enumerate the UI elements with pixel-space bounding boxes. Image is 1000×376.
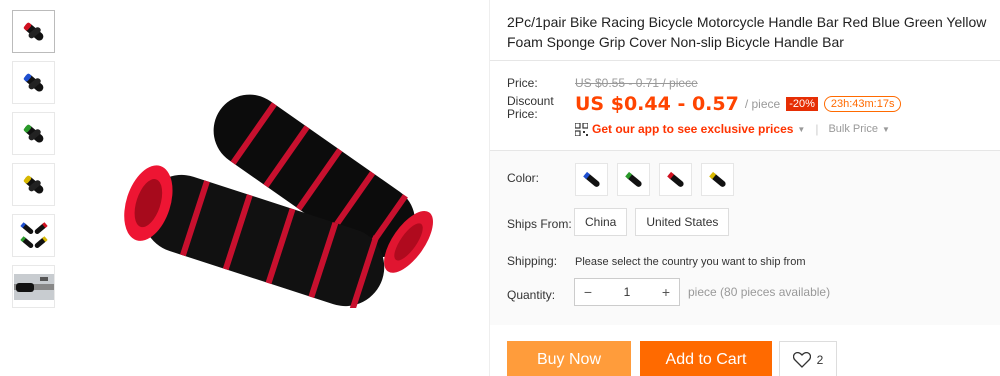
thumbnail-yellow[interactable] — [12, 163, 55, 206]
color-label: Color: — [507, 169, 539, 187]
quantity-plus-button[interactable]: + — [653, 284, 679, 300]
ships-from-options: China United States — [574, 208, 737, 236]
grip-icon — [708, 171, 726, 187]
grip-icon — [23, 175, 43, 193]
quantity-row: − 1 + piece (80 pieces available) — [574, 278, 830, 306]
ships-from-label: Ships From: — [507, 215, 572, 233]
quantity-label-text: Quantity: — [507, 288, 556, 302]
countdown-timer: 23h:43m:17s — [823, 96, 902, 112]
shipping-message: Please select the country you want to sh… — [575, 252, 806, 270]
grip-icon — [23, 73, 43, 91]
app-promo-link[interactable]: Get our app to see exclusive prices — [592, 122, 793, 136]
thumbnail-green[interactable] — [12, 112, 55, 155]
foam-grip-image — [124, 94, 433, 308]
color-option-yellow[interactable] — [701, 163, 734, 196]
price-label: Price: — [507, 76, 538, 90]
grip-icon — [23, 22, 43, 40]
thumbnail-red[interactable] — [12, 10, 55, 53]
shipping-label: Shipping: — [507, 252, 557, 270]
product-title: 2Pc/1pair Bike Racing Bicycle Motorcycle… — [507, 14, 987, 50]
separator: | — [815, 122, 819, 136]
availability-text: piece (80 pieces available) — [688, 285, 831, 299]
ships-from-label-text: Ships From: — [507, 217, 572, 231]
color-option-red[interactable] — [659, 163, 692, 196]
thumbnail-all-colors[interactable] — [12, 214, 55, 257]
price-unit: / piece — [744, 97, 781, 111]
original-price: US $0.55 - 0.71 / piece — [575, 76, 698, 90]
ship-from-china[interactable]: China — [574, 208, 628, 236]
thumbnail-blue[interactable] — [12, 61, 55, 104]
product-detail: 2Pc/1pair Bike Racing Bicycle Motorcycle… — [507, 12, 1000, 52]
shipping-message-text: Please select the country you want to sh… — [575, 256, 806, 268]
buy-now-label: Buy Now — [536, 351, 602, 368]
color-label-text: Color: — [507, 171, 540, 185]
main-product-image[interactable] — [70, 10, 488, 376]
discount-price-row: US $0.44 - 0.57 / piece -20% 23h:43m:17s — [575, 93, 902, 115]
divider — [490, 60, 1000, 61]
add-to-cart-button[interactable]: Add to Cart — [640, 341, 772, 376]
mounted-grip-icon — [13, 273, 54, 300]
chevron-down-icon: ▼ — [797, 124, 806, 134]
shipping-label-text: Shipping: — [507, 254, 558, 268]
quantity-label: Quantity: — [507, 286, 555, 304]
add-to-cart-label: Add to Cart — [665, 351, 747, 368]
price-row: Price: — [507, 74, 538, 92]
quantity-minus-button[interactable]: − — [575, 284, 601, 300]
grip-set-icon — [19, 221, 48, 248]
grip-icon — [23, 124, 43, 142]
wishlist-button[interactable]: 2 — [779, 341, 837, 376]
buy-now-button[interactable]: Buy Now — [507, 341, 631, 376]
discount-price: US $0.44 - 0.57 — [575, 93, 739, 115]
thumbnail-list — [12, 10, 56, 316]
quantity-input[interactable]: 1 — [601, 285, 653, 299]
thumbnail-mounted[interactable] — [12, 265, 55, 308]
qr-code-icon — [575, 122, 588, 136]
grip-icon — [582, 171, 600, 187]
bulk-price-link[interactable]: Bulk Price — [828, 123, 878, 135]
color-options — [575, 163, 743, 196]
color-option-blue[interactable] — [575, 163, 608, 196]
grip-icon — [624, 171, 642, 187]
grip-icon — [666, 171, 684, 187]
app-promo-row: Get our app to see exclusive prices ▼ | … — [575, 122, 890, 136]
ship-from-united-states[interactable]: United States — [635, 208, 730, 236]
wishlist-count: 2 — [816, 353, 824, 367]
quantity-stepper: − 1 + — [574, 278, 680, 306]
discount-label: Discount Price: — [507, 95, 554, 121]
heart-icon — [792, 352, 811, 368]
original-price-row: US $0.55 - 0.71 / piece — [575, 74, 698, 92]
chevron-down-icon: ▼ — [882, 124, 890, 134]
discount-badge: -20% — [786, 97, 818, 111]
discount-label-line2: Price: — [507, 107, 538, 121]
color-option-green[interactable] — [617, 163, 650, 196]
